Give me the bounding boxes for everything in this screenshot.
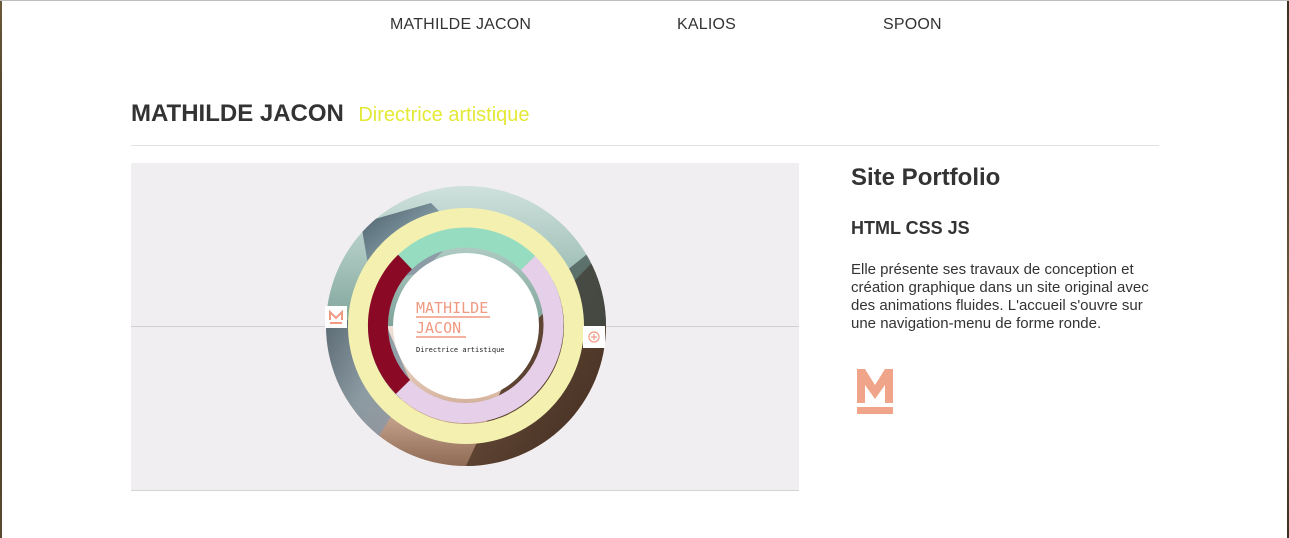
top-border xyxy=(0,0,1289,1)
project-screenshot[interactable]: MATHILDE JACON Directrice artistique xyxy=(131,163,799,491)
preview-title-line2: JACON xyxy=(416,319,461,337)
project-details: Site Portfolio HTML CSS JS Elle présente… xyxy=(851,164,1161,333)
circular-menu-preview: MATHILDE JACON Directrice artistique xyxy=(325,186,606,466)
project-description: Elle présente ses travaux de conception … xyxy=(851,261,1149,332)
nav-item-spoon[interactable]: SPOON xyxy=(883,16,942,34)
window-edge-left xyxy=(0,0,2,538)
project-role: Directrice artistique xyxy=(358,104,530,126)
header-divider xyxy=(131,145,1159,146)
preview-title-line1: MATHILDE xyxy=(416,299,488,317)
nav-item-kalios[interactable]: KALIOS xyxy=(677,16,736,34)
project-technologies: HTML CSS JS xyxy=(851,218,970,238)
plus-circle-icon[interactable] xyxy=(583,326,605,348)
m-logo-icon xyxy=(855,367,895,422)
project-title: MATHILDE JACON xyxy=(131,100,344,127)
top-navigation: MATHILDE JACON KALIOS SPOON xyxy=(0,16,1289,36)
preview-subtitle: Directrice artistique xyxy=(416,346,505,354)
center-circle xyxy=(393,253,539,399)
m-badge-small[interactable] xyxy=(325,306,347,328)
project-header: MATHILDE JACON Directrice artistique xyxy=(131,100,530,128)
project-type: Site Portfolio xyxy=(851,164,1001,191)
nav-item-mathilde-jacon[interactable]: MATHILDE JACON xyxy=(390,16,531,34)
